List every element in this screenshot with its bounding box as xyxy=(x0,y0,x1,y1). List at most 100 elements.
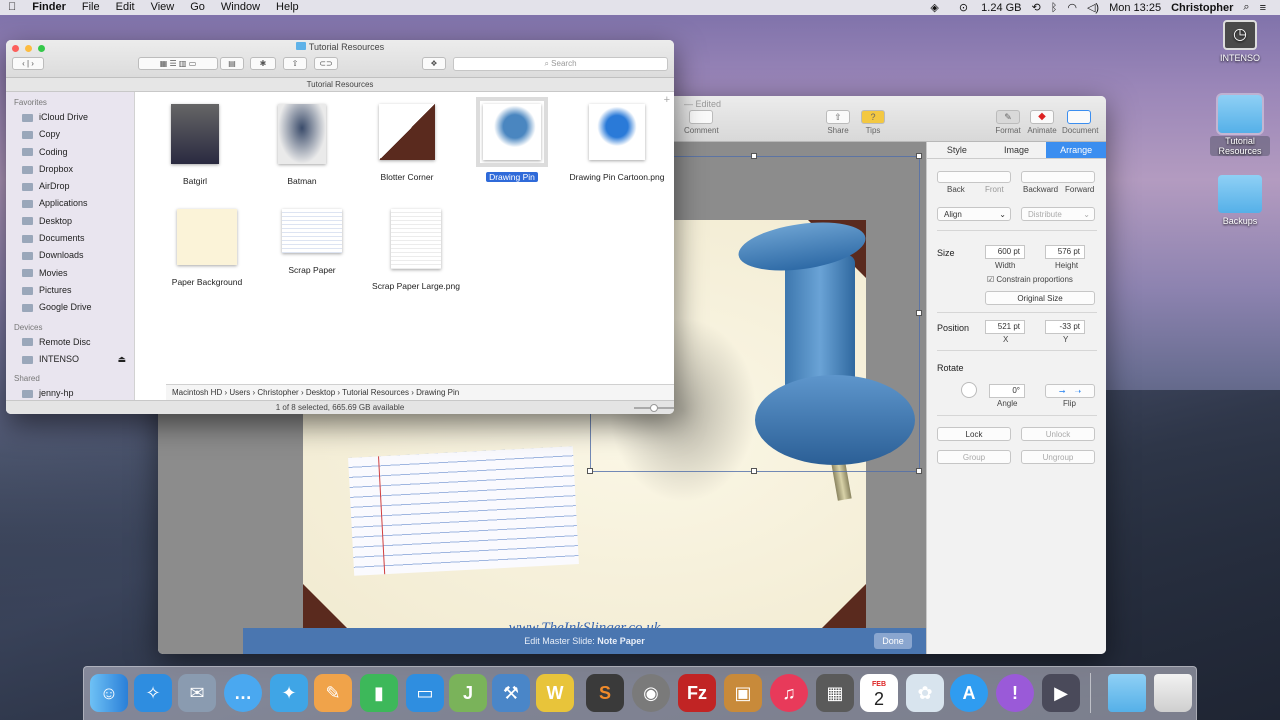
sublime-icon[interactable]: S xyxy=(586,674,624,712)
tab-arrange[interactable]: Arrange xyxy=(1046,142,1106,158)
filezilla-icon[interactable]: Fz xyxy=(678,674,716,712)
breadcrumb-tutorial-resources[interactable]: Tutorial Resources xyxy=(342,388,409,397)
share-button[interactable]: ⇧ Share xyxy=(821,110,855,135)
sidebar-item-pictures[interactable]: Pictures xyxy=(6,282,134,299)
menu-file[interactable]: File xyxy=(74,0,108,15)
unlock-button[interactable]: Unlock xyxy=(1021,427,1095,441)
textwrangler-icon[interactable]: W xyxy=(536,674,574,712)
ungroup-button[interactable]: Ungroup xyxy=(1021,450,1095,464)
search-input[interactable]: ⌕ Search xyxy=(453,57,668,71)
file-item[interactable]: Scrap Paper Large.png xyxy=(366,209,466,291)
menu-edit[interactable]: Edit xyxy=(108,0,143,15)
trash-icon[interactable] xyxy=(1154,674,1192,712)
icon-size-slider-knob[interactable] xyxy=(650,404,658,412)
sidebar-item-dropbox[interactable]: Dropbox xyxy=(6,161,134,178)
messages-icon[interactable]: … xyxy=(224,674,262,712)
group-button[interactable]: Group xyxy=(937,450,1011,464)
photos-icon[interactable]: ✿ xyxy=(906,674,944,712)
tab-style[interactable]: Style xyxy=(927,142,987,158)
file-item[interactable]: Drawing Pin Cartoon.png xyxy=(567,104,667,182)
sidebar-item-desktop[interactable]: Desktop xyxy=(6,213,134,230)
memory-indicator[interactable]: ⊙ 1.24 GB xyxy=(949,1,1022,14)
apple-menu-icon[interactable]:  xyxy=(0,0,24,15)
y-position-field[interactable]: -33 pt xyxy=(1045,320,1085,334)
spotlight-icon[interactable]: ⌕ xyxy=(1243,1,1249,14)
numbers-icon[interactable]: ▮ xyxy=(360,674,398,712)
preview-icon[interactable]: ▣ xyxy=(724,674,762,712)
safari-icon[interactable]: ✧ xyxy=(134,674,172,712)
xcode-icon[interactable]: ⚒ xyxy=(492,674,530,712)
volume-icon[interactable]: ◁) xyxy=(1087,1,1099,14)
resize-handle[interactable] xyxy=(751,468,757,474)
menu-help[interactable]: Help xyxy=(268,0,307,15)
resize-handle[interactable] xyxy=(916,310,922,316)
instastats-icon[interactable]: ! xyxy=(996,674,1034,712)
sidebar-item-copy[interactable]: Copy xyxy=(6,126,134,143)
menu-user[interactable]: Christopher xyxy=(1171,2,1233,14)
bluetooth-icon[interactable]: ᛒ xyxy=(1051,2,1058,14)
back-forward-buttons[interactable]: ‹ | › xyxy=(12,57,44,70)
document-button[interactable]: Document xyxy=(1062,110,1098,135)
file-item[interactable]: Blotter Corner xyxy=(357,104,457,182)
file-item[interactable]: Batgirl xyxy=(145,104,245,186)
resize-handle[interactable] xyxy=(916,153,922,159)
coda-icon[interactable]: J xyxy=(449,674,487,712)
distribute-popup[interactable]: Distribute ⌄ xyxy=(1021,207,1095,221)
tab-image[interactable]: Image xyxy=(987,142,1047,158)
calendar-icon[interactable]: FEB 2 xyxy=(860,674,898,712)
share-button[interactable]: ⇧ xyxy=(283,57,307,70)
constrain-proportions-checkbox[interactable]: ☑ Constrain proportions xyxy=(987,275,1073,284)
eject-icon[interactable]: ⏏ xyxy=(117,351,134,368)
angle-field[interactable]: 0° xyxy=(989,384,1025,398)
tips-button[interactable]: ? Tips xyxy=(856,110,890,135)
file-item-selected[interactable]: Drawing Pin xyxy=(462,97,562,182)
sidebar-item-documents[interactable]: Documents xyxy=(6,230,134,247)
calculator-icon[interactable]: ▦ xyxy=(816,674,854,712)
finder-icon[interactable]: ☺ xyxy=(90,674,128,712)
lock-button[interactable]: Lock xyxy=(937,427,1011,441)
desktop-icon-intenso[interactable]: ◷ INTENSO xyxy=(1210,20,1270,63)
sequel-icon[interactable]: ◉ xyxy=(632,674,670,712)
forward-button[interactable]: Forward xyxy=(1065,185,1094,194)
height-field[interactable]: 576 pt xyxy=(1045,245,1085,259)
breadcrumb-macintosh-hd[interactable]: Macintosh HD xyxy=(172,388,222,397)
sidebar-item-google-drive[interactable]: Google Drive xyxy=(6,299,134,316)
tags-button[interactable]: ⊂⊃ xyxy=(314,57,338,70)
action-gear-button[interactable]: ✱ xyxy=(250,57,276,70)
format-button[interactable]: ✎ Format xyxy=(991,110,1025,135)
notification-center-icon[interactable]: ≡ xyxy=(1260,2,1266,14)
animate-button[interactable]: ◆ Animate xyxy=(1025,110,1059,135)
sidebar-item-downloads[interactable]: Downloads xyxy=(6,247,134,264)
resize-handle[interactable] xyxy=(751,153,757,159)
original-size-button[interactable]: Original Size xyxy=(985,291,1095,305)
pages-icon[interactable]: ✎ xyxy=(314,674,352,712)
front-button[interactable]: Front xyxy=(985,185,1004,194)
breadcrumb-desktop[interactable]: Desktop xyxy=(306,388,335,397)
menu-clock[interactable]: Mon 13:25 xyxy=(1109,2,1161,14)
sidebar-item-remote-disc[interactable]: Remote Disc xyxy=(6,334,134,351)
file-item[interactable]: Scrap Paper xyxy=(262,209,362,275)
timemachine-icon[interactable]: ⟲ xyxy=(1032,1,1041,14)
dropbox-button[interactable]: ❖ xyxy=(422,57,446,70)
backward-button[interactable]: Backward xyxy=(1023,185,1058,194)
file-item[interactable]: Batman xyxy=(252,104,352,186)
desktop-icon-tutorial-resources[interactable]: Tutorial Resources xyxy=(1210,93,1270,156)
mail-icon[interactable]: ✉ xyxy=(178,674,216,712)
resize-handle[interactable] xyxy=(587,468,593,474)
desktop-icon-backups[interactable]: Backups xyxy=(1210,175,1270,226)
width-field[interactable]: 600 pt xyxy=(985,245,1025,259)
arrange-button[interactable]: ▤ xyxy=(220,57,244,70)
breadcrumb-drawing-pin[interactable]: Drawing Pin xyxy=(416,388,459,397)
file-item[interactable]: Paper Background xyxy=(157,209,257,287)
itunes-icon[interactable]: ♫ xyxy=(770,674,808,712)
rotate-knob[interactable] xyxy=(961,382,977,398)
menu-app-name[interactable]: Finder xyxy=(24,0,74,15)
twitter-icon[interactable]: ✦ xyxy=(270,674,308,712)
breadcrumb-christopher[interactable]: Christopher xyxy=(257,388,298,397)
resize-handle[interactable] xyxy=(916,468,922,474)
x-position-field[interactable]: 521 pt xyxy=(985,320,1025,334)
sidebar-item-movies[interactable]: Movies xyxy=(6,265,134,282)
sidebar-item-airdrop[interactable]: AirDrop xyxy=(6,178,134,195)
flip-buttons[interactable]: ➞ ➝ xyxy=(1045,384,1095,398)
dropbox-status-icon[interactable]: ◈ xyxy=(930,1,938,14)
